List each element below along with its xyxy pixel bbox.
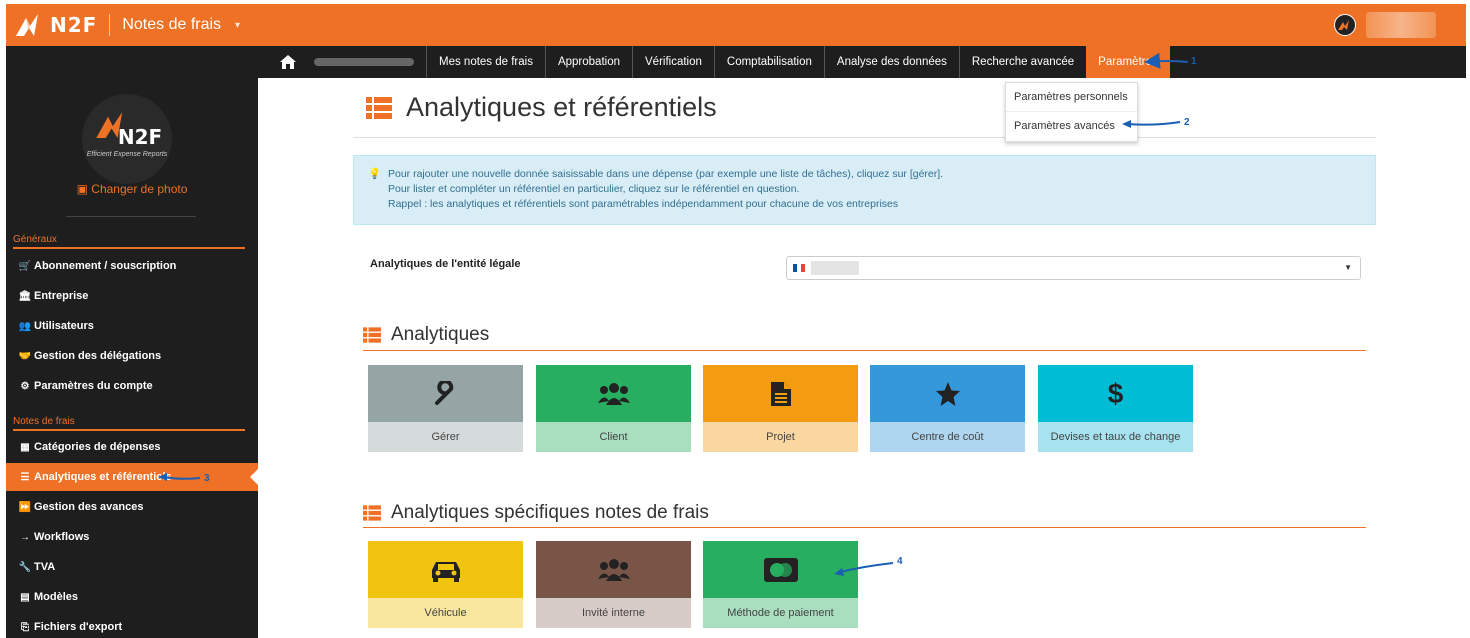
annotation-number: 4 xyxy=(897,556,903,567)
annotation-layer xyxy=(158,52,1189,576)
annotation-number: 1 xyxy=(1191,56,1197,67)
annotation-arrow xyxy=(1144,52,1189,69)
annotation-arrow xyxy=(839,562,894,573)
arrowhead-icon xyxy=(158,473,167,481)
annotation-arrow xyxy=(163,476,201,480)
annotation-number: 2 xyxy=(1184,117,1190,128)
annotation-arrow xyxy=(1127,121,1181,126)
arrowhead-icon xyxy=(1122,120,1131,128)
annotation-number: 3 xyxy=(204,473,210,484)
arrowhead-icon xyxy=(834,568,844,576)
